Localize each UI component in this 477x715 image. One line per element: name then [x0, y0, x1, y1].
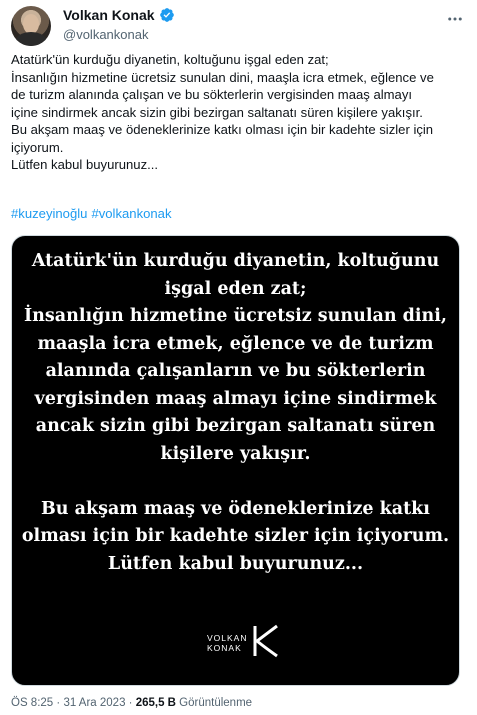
views-label: Görüntülenme [175, 697, 253, 709]
more-options-icon[interactable] [446, 10, 464, 33]
tweet-text: Atatürk'ün kurduğu diyanetin, koltuğunu … [11, 52, 434, 172]
hashtag-link[interactable]: #volkankonak [91, 206, 171, 221]
tweet-media-image[interactable]: Atatürk'ün kurduğu diyanetin, koltuğunu … [11, 235, 460, 686]
user-handle[interactable]: @volkankonak [63, 27, 148, 42]
media-text: Atatürk'ün kurduğu diyanetin, koltuğunu … [21, 251, 450, 574]
logo-line2: KONAK [207, 643, 242, 653]
tweet-header: Volkan Konak @volkankonak [11, 6, 466, 46]
tweet-time[interactable]: ÖS 8:25 [11, 697, 53, 709]
views-count: 265,5 B [135, 697, 176, 709]
display-name[interactable]: Volkan Konak [63, 7, 155, 23]
name-row[interactable]: Volkan Konak [63, 7, 175, 23]
logo-line1: VOLKAN [207, 633, 248, 643]
logo-k-icon [253, 624, 278, 658]
hashtag-link[interactable]: #kuzeyinoğlu [11, 206, 87, 221]
meta-separator: · [53, 697, 64, 709]
volkan-konak-logo: VOLKAN KONAK [207, 624, 287, 660]
tweet-date[interactable]: 31 Ara 2023 [63, 697, 125, 709]
hashtags: #kuzeyinoğlu #volkankonak [11, 206, 176, 221]
meta-separator: · [125, 697, 136, 709]
tweet-meta: ÖS 8:25 · 31 Ara 2023 · 265,5 B Görüntül… [11, 697, 252, 709]
avatar[interactable] [11, 6, 51, 46]
verified-badge-icon [159, 8, 174, 22]
